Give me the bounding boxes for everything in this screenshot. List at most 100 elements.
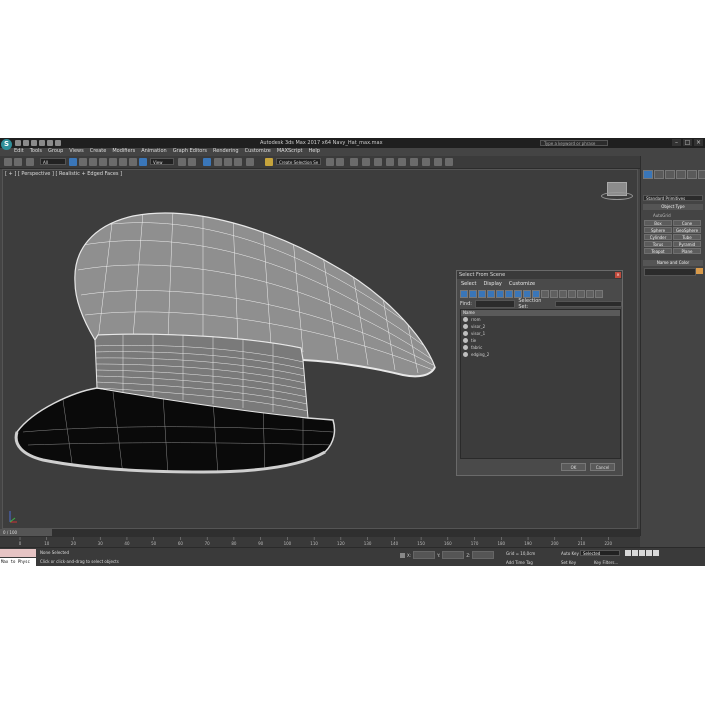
region-select-icon[interactable]	[89, 158, 97, 166]
undo-icon[interactable]	[39, 140, 45, 146]
filter-spacewarps-icon[interactable]	[505, 290, 513, 298]
maxscript-listener[interactable]: Max to Physc	[0, 549, 36, 566]
ok-button[interactable]: OK	[561, 463, 586, 471]
menu-rendering[interactable]: Rendering	[213, 148, 239, 155]
list-item[interactable]: fabric	[461, 344, 620, 351]
sphere-button[interactable]: Sphere	[644, 227, 672, 233]
utilities-tab-icon[interactable]	[698, 170, 705, 179]
torus-button[interactable]: Torus	[644, 241, 672, 247]
sort-icon[interactable]	[577, 290, 585, 298]
find-input[interactable]	[474, 299, 516, 308]
menu-customize[interactable]: Customize	[245, 148, 271, 155]
material-editor-icon[interactable]	[410, 158, 418, 166]
pyramid-button[interactable]: Pyramid	[673, 241, 701, 247]
track-bar[interactable]: 0 10 20 30 40 50 60 70 80 90 100 110 120 130 140 150 160…	[0, 537, 640, 547]
selection-set-dropdown[interactable]: Create Selection Se	[276, 158, 321, 165]
key-mode-dropdown[interactable]: Selected	[580, 550, 620, 556]
edit-named-selections-icon[interactable]	[246, 158, 254, 166]
name-color-rollout[interactable]: Name and Color	[643, 260, 703, 266]
display-tab-icon[interactable]	[687, 170, 697, 179]
motion-tab-icon[interactable]	[676, 170, 686, 179]
undo-icon[interactable]	[4, 158, 12, 166]
goto-end-icon[interactable]	[653, 550, 659, 556]
box-button[interactable]: Box	[644, 220, 672, 226]
filter-lights-icon[interactable]	[478, 290, 486, 298]
place-icon[interactable]	[139, 158, 147, 166]
create-tab-icon[interactable]	[643, 170, 653, 179]
time-slider-bar[interactable]: 0 / 100	[0, 529, 640, 537]
perspective-viewport[interactable]: [ + ] [ Perspective ] [ Realistic + Edge…	[2, 169, 638, 529]
app-logo-icon[interactable]: S	[1, 139, 12, 150]
tube-button[interactable]: Tube	[673, 234, 701, 240]
filter-shapes-icon[interactable]	[469, 290, 477, 298]
list-item[interactable]: visor_2	[461, 323, 620, 330]
rendered-frame-icon[interactable]	[434, 158, 442, 166]
primitive-type-dropdown[interactable]: Standard Primitives	[643, 195, 703, 201]
play-icon[interactable]	[639, 550, 645, 556]
link-icon[interactable]	[26, 158, 34, 166]
x-coordinate-field[interactable]	[413, 551, 436, 559]
cone-button[interactable]: Cone	[673, 220, 701, 226]
cancel-button[interactable]: Cancel	[590, 463, 615, 471]
reference-coord-dropdown[interactable]: View	[150, 158, 174, 165]
menu-tools[interactable]: Tools	[30, 148, 42, 155]
close-icon[interactable]: ×	[694, 139, 703, 146]
tab-select[interactable]: Select	[461, 281, 476, 288]
key-filters-button[interactable]: Key Filters...	[594, 560, 618, 565]
selection-filter-dropdown[interactable]: All	[40, 158, 66, 165]
object-type-rollout[interactable]: Object Type	[643, 204, 703, 210]
render-setup-icon[interactable]	[422, 158, 430, 166]
select-manipulate-icon[interactable]	[188, 158, 196, 166]
menu-maxscript[interactable]: MAXScript	[277, 148, 303, 155]
project-folder-icon[interactable]	[55, 140, 61, 146]
filter-geometry-icon[interactable]	[460, 290, 468, 298]
lock-selection-icon[interactable]	[400, 552, 405, 558]
menu-views[interactable]: Views	[69, 148, 83, 155]
object-color-swatch[interactable]	[696, 268, 703, 274]
previous-frame-icon[interactable]	[632, 550, 638, 556]
z-coordinate-field[interactable]	[472, 551, 495, 559]
list-item[interactable]: tie	[461, 337, 620, 344]
teapot-button[interactable]: Teapot	[644, 248, 672, 254]
menu-animation[interactable]: Animation	[141, 148, 167, 155]
pivot-icon[interactable]	[178, 158, 186, 166]
set-key-button[interactable]: Set Key	[561, 560, 576, 565]
hierarchy-icon[interactable]	[568, 290, 576, 298]
named-selection-icon[interactable]	[265, 158, 273, 166]
maximize-icon[interactable]: □	[683, 139, 692, 146]
angle-snap-icon[interactable]	[214, 158, 222, 166]
curve-editor-icon[interactable]	[386, 158, 394, 166]
tab-customize[interactable]: Customize	[509, 281, 535, 288]
percent-snap-icon[interactable]	[224, 158, 232, 166]
modify-tab-icon[interactable]	[654, 170, 664, 179]
columns-icon[interactable]	[586, 290, 594, 298]
add-time-tag[interactable]: Add Time Tag	[506, 560, 533, 565]
redo-icon[interactable]	[47, 140, 53, 146]
filter-helpers-icon[interactable]	[496, 290, 504, 298]
goto-start-icon[interactable]	[625, 550, 631, 556]
filter-cameras-icon[interactable]	[487, 290, 495, 298]
menu-edit[interactable]: Edit	[14, 148, 24, 155]
dialog-close-icon[interactable]: ×	[615, 272, 621, 278]
menu-modifiers[interactable]: Modifiers	[112, 148, 135, 155]
list-item[interactable]: edging_2	[461, 351, 620, 358]
select-object-icon[interactable]	[69, 158, 77, 166]
snaps-toggle-icon[interactable]	[203, 158, 211, 166]
open-file-icon[interactable]	[23, 140, 29, 146]
spinner-snap-icon[interactable]	[234, 158, 242, 166]
geosphere-button[interactable]: GeoSphere	[673, 227, 701, 233]
graphite-ribbon-icon[interactable]	[374, 158, 382, 166]
plane-button[interactable]: Plane	[673, 248, 701, 254]
autogrid-checkbox[interactable]: AutoGrid	[653, 213, 671, 218]
mirror-icon[interactable]	[326, 158, 334, 166]
scene-explorer-icon[interactable]	[350, 158, 358, 166]
minimize-icon[interactable]: –	[672, 139, 681, 146]
cylinder-button[interactable]: Cylinder	[644, 234, 672, 240]
maxscript-input[interactable]: Max to Physc	[0, 558, 36, 566]
time-slider[interactable]: 0 / 100	[0, 529, 52, 536]
tab-display[interactable]: Display	[483, 281, 501, 288]
schematic-view-icon[interactable]	[398, 158, 406, 166]
menu-help[interactable]: Help	[309, 148, 320, 155]
settings-icon[interactable]	[595, 290, 603, 298]
list-item[interactable]: visor_1	[461, 330, 620, 337]
